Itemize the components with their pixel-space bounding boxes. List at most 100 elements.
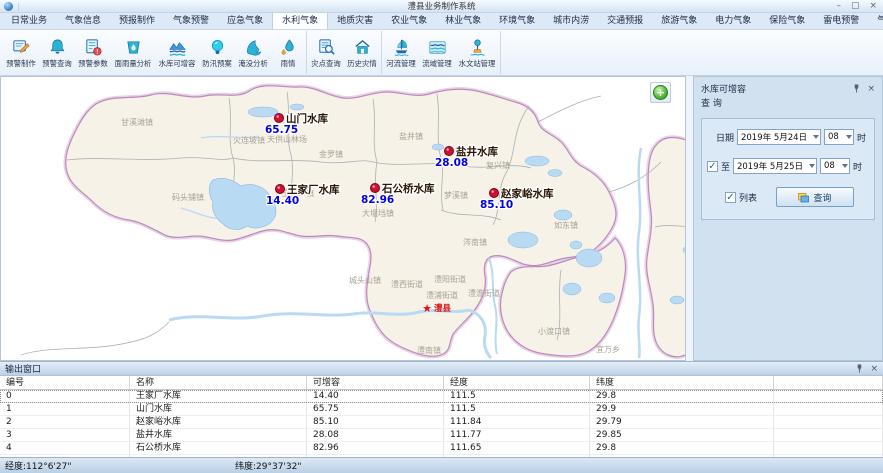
panel-close-icon[interactable]: × bbox=[867, 84, 875, 94]
toolbar-button-hydro-station[interactable]: 水文站管理 bbox=[455, 31, 499, 74]
close-button[interactable]: × bbox=[869, 1, 877, 12]
main-area: 甘溪滩镇火连坡镇天供山林场金罗镇盐井镇复兴镇码头铺镇王家厂镇梦溪镇大堰垱镇涔南镇… bbox=[0, 76, 883, 361]
start-hour-select[interactable]: 08 bbox=[824, 129, 854, 145]
flood-plan-icon bbox=[207, 37, 228, 58]
add-plus-icon: + bbox=[653, 85, 668, 100]
town-label: 金罗镇 bbox=[319, 149, 343, 159]
town-label: 盐井镇 bbox=[399, 131, 423, 141]
toolbar-button-label: 历史灾情 bbox=[347, 58, 376, 68]
toolbar-button-label: 面雨量分析 bbox=[115, 58, 152, 68]
table-cell bbox=[774, 455, 883, 457]
pin-icon[interactable] bbox=[855, 364, 864, 373]
table-empty-row bbox=[0, 455, 883, 457]
table-row[interactable]: 4石公桥水库82.96111.6529.8 bbox=[0, 442, 883, 455]
table-row[interactable]: 1山门水库65.75111.529.9 bbox=[0, 403, 883, 416]
column-header[interactable]: 可增容 bbox=[307, 376, 444, 389]
tab-14[interactable]: 电力气象 bbox=[706, 11, 760, 29]
table-cell bbox=[774, 429, 883, 441]
county-map[interactable]: 甘溪滩镇火连坡镇天供山林场金罗镇盐井镇复兴镇码头铺镇王家厂镇梦溪镇大堰垱镇涔南镇… bbox=[1, 77, 686, 360]
table-row[interactable]: 0王家厂水库14.40111.529.8 bbox=[0, 390, 883, 403]
toolbar-button-disaster-query[interactable]: 灾点查询 bbox=[308, 31, 344, 74]
table-cell: 29.8 bbox=[590, 442, 774, 454]
table-row[interactable]: 3盐井水库28.08111.7729.85 bbox=[0, 429, 883, 442]
tab-2[interactable]: 气象信息 bbox=[56, 11, 110, 29]
tab-8[interactable]: 农业气象 bbox=[382, 11, 436, 29]
lake bbox=[248, 107, 278, 117]
date-label: 日期 bbox=[716, 131, 734, 144]
toolbar-button-alert-params[interactable]: 预警参数 bbox=[75, 31, 111, 74]
tab-4[interactable]: 气象预警 bbox=[164, 11, 218, 29]
tab-5[interactable]: 应急气象 bbox=[218, 11, 272, 29]
county-seat-star-icon: ★ bbox=[422, 302, 432, 315]
end-date-checkbox[interactable]: ✓ bbox=[707, 161, 718, 172]
toolbar-button-alert-make[interactable]: 预警制作 bbox=[3, 31, 39, 74]
town-label: 澧澹街道 bbox=[468, 288, 500, 298]
tab-11[interactable]: 城市内涝 bbox=[544, 11, 598, 29]
town-label: 小渡口镇 bbox=[538, 326, 570, 336]
basin-icon bbox=[427, 37, 448, 58]
tab-10[interactable]: 环境气象 bbox=[490, 11, 544, 29]
table-cell: 111.65 bbox=[444, 442, 590, 454]
end-date-select[interactable]: 2019年 5月25日 bbox=[733, 158, 817, 174]
maximize-button[interactable]: ▢ bbox=[851, 1, 860, 12]
lake bbox=[554, 210, 572, 220]
tab-9[interactable]: 林业气象 bbox=[436, 11, 490, 29]
town-label: 如东镇 bbox=[554, 220, 578, 230]
reservoir-capacity-panel: 水库可增容 × 查 询 日期 2019年 5月24日 08 时 ✓ 至 bbox=[693, 76, 883, 361]
column-header[interactable]: 经度 bbox=[444, 376, 590, 389]
toolbar-button-alert-query[interactable]: 预警查询 bbox=[39, 31, 75, 74]
minimize-button[interactable]: – bbox=[836, 1, 841, 12]
town-label: 澧阳街道 bbox=[434, 274, 466, 284]
column-header[interactable]: 纬度 bbox=[590, 376, 774, 389]
output-close-icon[interactable]: × bbox=[870, 364, 878, 374]
end-hour-select[interactable]: 08 bbox=[820, 158, 850, 174]
toolbar-button-flood-plan[interactable]: 防汛预案 bbox=[199, 31, 235, 74]
toolbar-button-basin[interactable]: 流域管理 bbox=[419, 31, 455, 74]
tab-3[interactable]: 预报制作 bbox=[110, 11, 164, 29]
table-cell: 85.10 bbox=[307, 416, 444, 428]
tab-15[interactable]: 保险气象 bbox=[760, 11, 814, 29]
reservoir-value-label: 82.96 bbox=[361, 194, 394, 206]
pin-icon[interactable] bbox=[852, 84, 861, 93]
start-date-select[interactable]: 2019年 5月24日 bbox=[737, 129, 821, 145]
query-button[interactable]: 查询 bbox=[776, 187, 854, 207]
alert-params-icon bbox=[83, 37, 104, 58]
map-canvas[interactable]: 甘溪滩镇火连坡镇天供山林场金罗镇盐井镇复兴镇码头铺镇王家厂镇梦溪镇大堰垱镇涔南镇… bbox=[0, 76, 686, 361]
disaster-history-icon bbox=[352, 37, 373, 58]
toolbar-button-submerge[interactable]: 淹没分析 bbox=[235, 31, 271, 74]
column-header[interactable]: 名称 bbox=[130, 376, 307, 389]
table-cell: 3 bbox=[0, 429, 130, 441]
list-checkbox[interactable]: ✓ bbox=[725, 192, 736, 203]
tab-12[interactable]: 交通预报 bbox=[598, 11, 652, 29]
toolbar-button-rain-info[interactable]: 雨情 bbox=[271, 31, 305, 74]
column-header[interactable]: 编号 bbox=[0, 376, 130, 389]
table-row[interactable]: 2赵家峪水库85.10111.8429.79 bbox=[0, 416, 883, 429]
alert-query-icon bbox=[47, 37, 68, 58]
tab-1[interactable]: 日常业务 bbox=[2, 11, 56, 29]
table-cell: 29.9 bbox=[590, 403, 774, 415]
chevron-down-icon bbox=[846, 135, 852, 139]
map-add-button[interactable]: + bbox=[650, 82, 671, 103]
table-cell: 14.40 bbox=[307, 390, 444, 402]
table-cell: 4 bbox=[0, 442, 130, 454]
column-header[interactable] bbox=[774, 376, 883, 389]
reservoir-value-label: 65.75 bbox=[265, 124, 298, 136]
lake bbox=[563, 283, 581, 295]
ribbon-toolbar: 预警制作预警查询预警参数面雨量分析水库可增容防汛预案淹没分析雨情灾点查询历史灾情… bbox=[0, 30, 883, 76]
tab-7[interactable]: 地质灾害 bbox=[328, 11, 382, 29]
toolbar-button-reservoir-capacity[interactable]: 水库可增容 bbox=[155, 31, 199, 74]
table-cell: 赵家峪水库 bbox=[130, 416, 307, 428]
alert-make-icon bbox=[11, 37, 32, 58]
status-longitude: 经度:112°6'27" bbox=[5, 459, 235, 472]
town-label: 涔南镇 bbox=[463, 237, 487, 247]
toolbar-button-river[interactable]: 河流管理 bbox=[383, 31, 419, 74]
toolbar-button-area-rain[interactable]: 面雨量分析 bbox=[111, 31, 155, 74]
tab-16[interactable]: 雷电预警 bbox=[814, 11, 868, 29]
toolbar-button-disaster-history[interactable]: 历史灾情 bbox=[344, 31, 380, 74]
table-cell bbox=[307, 455, 444, 457]
table-cell: 1 bbox=[0, 403, 130, 415]
lake bbox=[548, 170, 562, 177]
tab-17[interactable]: 气象指数 bbox=[868, 11, 883, 29]
tab-13[interactable]: 旅游气象 bbox=[652, 11, 706, 29]
chevron-down-icon bbox=[809, 164, 815, 168]
